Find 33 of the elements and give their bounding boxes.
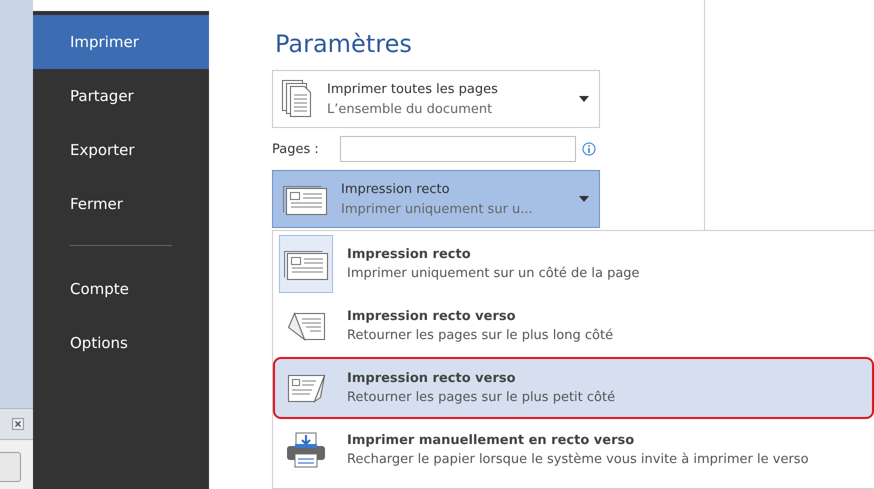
dropdown-subtitle: L’ensemble du document <box>327 102 494 116</box>
option-subtitle: Imprimer uniquement sur un côté de la page <box>347 266 640 281</box>
section-title: Paramètres <box>275 30 413 60</box>
caret-icon <box>579 96 589 102</box>
print-range-dropdown[interactable]: Imprimer toutes les pages L’ensemble du document <box>272 70 600 128</box>
option-title: Imprimer manuellement en recto verso <box>347 433 636 448</box>
sidebar-item[interactable]: Compte <box>33 262 209 316</box>
menu-option[interactable]: Impression recto verso Retourner les pages sur le plus long côté <box>273 295 874 357</box>
close-icon[interactable] <box>12 418 24 430</box>
sidebar-item[interactable]: Exporter <box>33 123 209 177</box>
option-title: Impression recto <box>347 247 472 262</box>
option-title: Impression recto verso <box>347 371 517 386</box>
option-title: Impression recto verso <box>347 309 517 324</box>
window-button[interactable] <box>0 452 21 482</box>
dropdown-title: Imprimer toutes les pages <box>327 82 499 96</box>
caret-icon <box>579 196 589 202</box>
dropdown-title: Impression recto <box>341 182 451 196</box>
sides-dropdown[interactable]: Impression recto Imprimer uniquement sur u... <box>272 170 600 228</box>
sidebar-item[interactable]: Options <box>33 316 209 370</box>
option-subtitle: Recharger le papier lorsque le système vous invite à imprimer le verso <box>347 452 809 467</box>
option-subtitle: Retourner les pages sur le plus long côté <box>347 328 614 343</box>
sidebar-item[interactable]: Imprimer <box>33 15 209 69</box>
dropdown-subtitle: Imprimer uniquement sur u... <box>341 202 534 216</box>
pages-input[interactable] <box>340 136 576 162</box>
info-icon[interactable] <box>582 142 596 156</box>
sidebar-item[interactable]: Fermer <box>33 177 209 231</box>
menu-option[interactable]: Impression recto verso Retourner les pages sur le plus petit côté <box>273 357 874 419</box>
menu-option[interactable]: Impression recto Imprimer uniquement sur un côté de la page <box>273 233 874 295</box>
menu-option[interactable]: Imprimer manuellement en recto verso Recharger le papier lorsque le système vous invite à imprimer le verso <box>273 419 874 481</box>
sidebar-item[interactable]: Partager <box>33 69 209 123</box>
option-subtitle: Retourner les pages sur le plus petit côté <box>347 390 616 405</box>
printer-icon <box>285 432 327 468</box>
pages-label: Pages : <box>272 142 320 156</box>
